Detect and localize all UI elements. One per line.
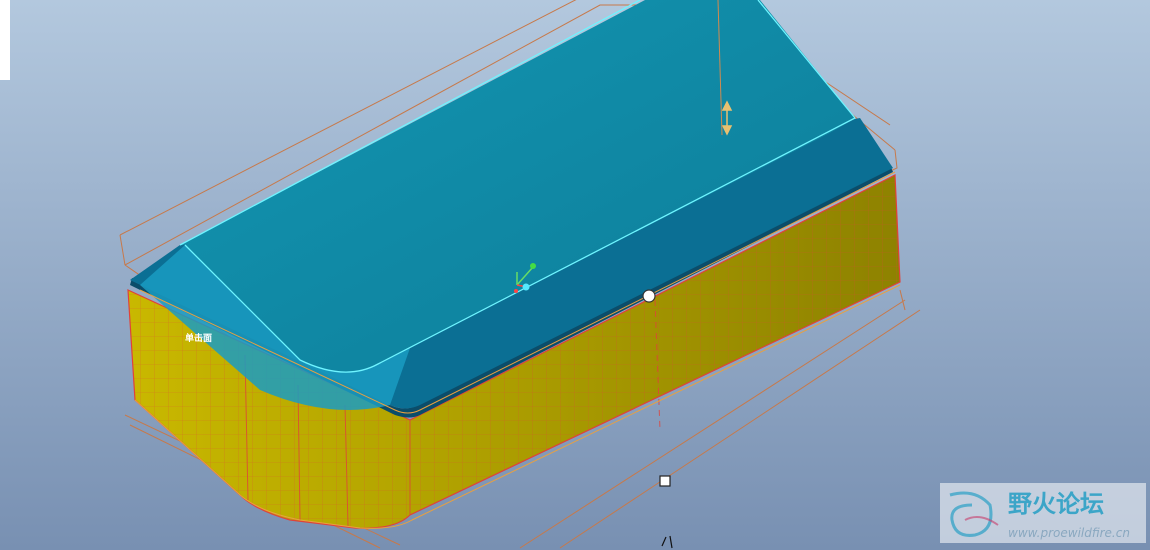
selection-square-icon[interactable] bbox=[659, 475, 671, 487]
watermark-logo: 野火论坛 www.proewildfire.cn bbox=[940, 483, 1146, 543]
left-panel-edge bbox=[0, 0, 10, 80]
graphics-viewport[interactable]: 单击面 野火论坛 www.proewildfire.cn bbox=[0, 0, 1150, 550]
drag-handle-icon[interactable] bbox=[642, 289, 656, 303]
watermark-site-url: www.proewildfire.cn bbox=[1008, 526, 1130, 540]
watermark-site-name: 野火论坛 bbox=[1008, 490, 1104, 518]
face-annotation: 单击面 bbox=[185, 332, 212, 344]
